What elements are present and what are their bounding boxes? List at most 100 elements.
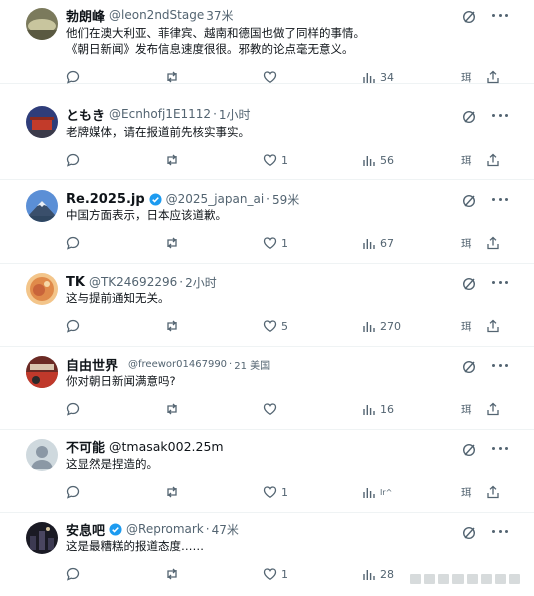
views-button[interactable]: 28 [362,567,394,581]
more-options-icon[interactable] [492,281,508,287]
display-name[interactable]: 自由世界 [66,355,118,374]
reply-item[interactable]: 勃朗峰 @leon2ndStage 37米 他们在澳大利亚、菲律宾、越南和德国也… [0,0,534,84]
grok-icon[interactable] [462,193,476,208]
reply-button[interactable] [66,485,80,499]
avatar-image [26,8,58,40]
heart-icon [263,154,277,166]
avatar[interactable] [26,190,58,222]
like-button[interactable]: 5 [263,319,288,333]
avatar[interactable] [26,8,58,40]
reply-text: 老牌媒体，请在报道前先核实事实。 [66,124,250,140]
grok-icon[interactable] [462,525,476,540]
like-count: 1 [281,236,288,250]
more-options-icon[interactable] [492,364,508,370]
share-button[interactable] [486,319,500,333]
display-name[interactable]: 安息吧 [66,520,105,539]
handle[interactable]: @TK24692296 [89,275,177,289]
reply-item[interactable]: Re.2025.jp @2025_japan_ai · 59米 中国方面表示，日… [0,180,534,264]
repost-button[interactable] [165,402,179,416]
share-button[interactable] [486,70,500,84]
repost-button[interactable] [165,236,179,250]
heart-icon [263,71,277,83]
timestamp[interactable]: 1小时 [219,106,251,123]
avatar[interactable] [26,273,58,305]
reply-button[interactable] [66,567,80,581]
handle[interactable]: @freewor01467990 [128,359,227,370]
reply-item[interactable]: ともき @Ecnhofj1E1112 · 1小时 老牌媒体，请在报道前先核实事实… [0,96,534,180]
like-button[interactable]: 1 [263,236,288,250]
repost-icon [167,568,177,580]
like-button[interactable] [263,402,281,416]
views-button[interactable]: Ir^ [362,485,392,499]
more-options-icon[interactable] [492,198,508,204]
handle[interactable]: @leon2ndStage [109,8,204,22]
like-button[interactable] [263,70,281,84]
share-button[interactable] [486,402,500,416]
views-button[interactable]: 16 [362,402,394,416]
views-button[interactable]: 34 [362,70,394,84]
more-options-icon[interactable] [492,14,508,20]
reply-button[interactable] [66,319,80,333]
like-count: 1 [281,485,288,499]
reply-item[interactable]: 自由世界 @freewor01467990 · 21 美国 你对朝日新闻满意吗?… [0,346,534,430]
share-button[interactable] [486,153,500,167]
share-icon [487,153,499,167]
avatar[interactable] [26,522,58,554]
repost-button[interactable] [165,485,179,499]
repost-button[interactable] [165,70,179,84]
reply-text: 这是最糟糕的报道态度…… [66,538,204,554]
views-button[interactable]: 67 [362,236,394,250]
watermark [410,574,520,584]
bookmark-button[interactable]: 珥 [461,70,472,85]
timestamp[interactable]: 37米 [206,7,233,24]
grok-icon[interactable] [462,359,476,374]
reply-button[interactable] [66,153,80,167]
bookmark-button[interactable]: 珥 [461,153,472,168]
views-button[interactable]: 56 [362,153,394,167]
handle[interactable]: @Ecnhofj1E1112 [109,107,211,121]
timestamp[interactable]: 21 美国 [234,357,270,372]
repost-button[interactable] [165,567,179,581]
grok-icon[interactable] [462,276,476,291]
grok-icon[interactable] [462,9,476,24]
like-button[interactable]: 1 [263,485,288,499]
timestamp[interactable]: 59米 [272,191,299,208]
display-name[interactable]: Re.2025.jp [66,192,145,207]
bookmark-button[interactable]: 珥 [461,485,472,500]
handle[interactable]: @Repromark [126,522,204,536]
more-options-icon[interactable] [492,447,508,453]
reply-button[interactable] [66,70,80,84]
avatar[interactable] [26,106,58,138]
bookmark-button[interactable]: 珥 [461,402,472,417]
timestamp[interactable]: 47米 [212,521,239,538]
timestamp[interactable]: 2小时 [185,274,217,291]
reply-item[interactable]: 不可能 @tmasak002.25m 这显然是捏造的。 1 Ir^ 珥 [0,429,534,513]
grok-icon[interactable] [462,109,476,124]
views-button[interactable]: 270 [362,319,401,333]
display-name[interactable]: ともき [66,105,105,124]
display-name[interactable]: TK [66,275,85,290]
like-button[interactable]: 1 [263,153,288,167]
bookmark-button[interactable]: 珥 [461,236,472,251]
display-name[interactable]: 勃朗峰 [66,6,105,25]
display-name[interactable]: 不可能 [66,437,105,456]
grok-icon[interactable] [462,442,476,457]
reply-button[interactable] [66,402,80,416]
handle[interactable]: @2025_japan_ai [166,192,265,206]
heart-icon [263,568,277,580]
avatar[interactable] [26,439,58,471]
avatar[interactable] [26,356,58,388]
bookmark-button[interactable]: 珥 [461,319,472,334]
reply-item[interactable]: TK @TK24692296 · 2小时 这与提前通知无关。 5 270 珥 [0,263,534,347]
share-icon [487,319,499,333]
reply-button[interactable] [66,236,80,250]
share-button[interactable] [486,485,500,499]
share-icon [487,485,499,499]
more-options-icon[interactable] [492,114,508,120]
handle[interactable]: @tmasak002.25m [109,439,224,454]
repost-button[interactable] [165,319,179,333]
like-button[interactable]: 1 [263,567,288,581]
share-button[interactable] [486,236,500,250]
repost-button[interactable] [165,153,179,167]
more-options-icon[interactable] [492,530,508,536]
